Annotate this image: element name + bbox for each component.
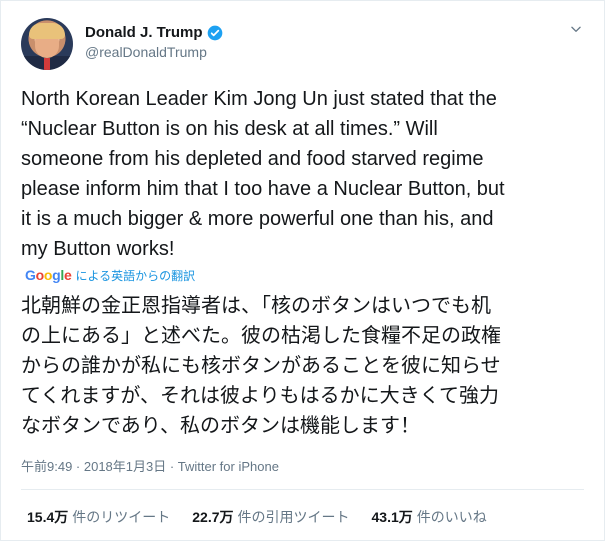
divider bbox=[21, 489, 584, 490]
tweet-timestamp[interactable]: 午前9:49 · 2018年1月3日 · Twitter for iPhone bbox=[21, 456, 279, 475]
translated-text: 北朝鮮の金正恩指導者は、「核のボタンはいつでも机 の上にある」と述べた。彼の枯渇… bbox=[21, 295, 501, 437]
like-count-value: 43.1万 bbox=[371, 509, 413, 525]
like-count-label: 件のいいね bbox=[416, 509, 487, 525]
display-name[interactable]: Donald J. Trump bbox=[85, 24, 203, 41]
retweet-count-label: 件のリツイート bbox=[72, 509, 171, 525]
retweet-count-value: 15.4万 bbox=[27, 509, 69, 525]
tweet-card: Donald J. Trump @realDonaldTrump North K… bbox=[0, 0, 605, 541]
chevron-down-icon[interactable] bbox=[568, 22, 584, 38]
tweet-text: North Korean Leader Kim Jong Un just sta… bbox=[21, 88, 505, 260]
engagement-stats: 15.4万 件のリツイート 22.7万 件の引用ツイート 43.1万 件のいいね bbox=[27, 507, 509, 527]
translation-label[interactable]: による英語からの翻訳 bbox=[75, 267, 195, 284]
quote-tweet-count-label: 件の引用ツイート bbox=[237, 509, 350, 525]
chevron-down-icon-svg bbox=[571, 26, 581, 32]
like-count[interactable]: 43.1万 件のいいね bbox=[372, 507, 487, 527]
quote-tweet-count[interactable]: 22.7万 件の引用ツイート bbox=[192, 507, 349, 527]
user-handle[interactable]: @realDonaldTrump bbox=[85, 44, 207, 60]
quote-tweet-count-value: 22.7万 bbox=[192, 509, 234, 525]
verified-badge-icon bbox=[207, 25, 222, 40]
avatar[interactable] bbox=[21, 18, 73, 70]
translation-attribution[interactable]: Google による英語からの翻訳 bbox=[25, 266, 195, 284]
tweet-header: Donald J. Trump @realDonaldTrump bbox=[21, 18, 584, 72]
name-row: Donald J. Trump bbox=[85, 24, 223, 41]
retweet-count[interactable]: 15.4万 件のリツイート bbox=[27, 507, 170, 527]
google-logo: Google bbox=[25, 267, 72, 283]
